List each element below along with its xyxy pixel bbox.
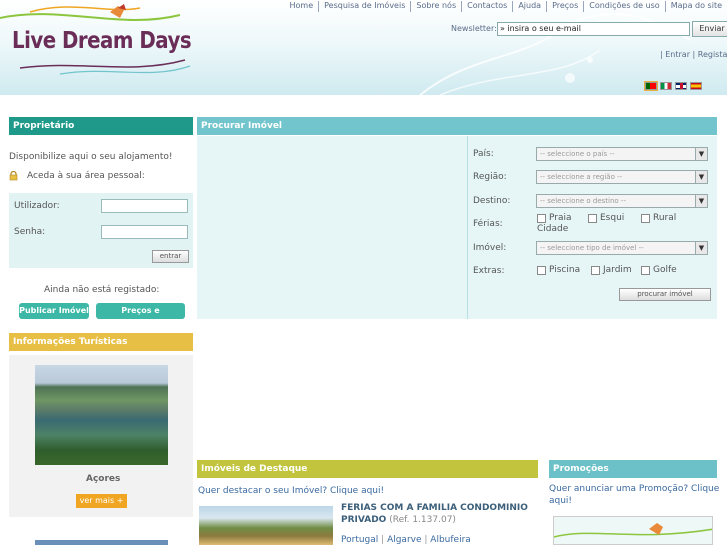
not-registered-text: Ainda não está registado: xyxy=(44,285,160,295)
checkbox-cidade[interactable]: Cidade xyxy=(537,224,568,234)
chevron-down-icon: ▼ xyxy=(695,171,707,183)
featured-listing-photo[interactable] xyxy=(199,506,333,545)
chevron-down-icon: ▼ xyxy=(695,242,707,254)
checkbox-esqui[interactable]: Esqui xyxy=(588,213,624,223)
publish-property-button[interactable]: Publicar Imóvel xyxy=(19,303,89,319)
nav-pesquisa[interactable]: Pesquisa de Imóveis xyxy=(318,1,410,12)
password-input[interactable] xyxy=(101,225,188,239)
search-divider xyxy=(467,136,468,319)
nav-sobre[interactable]: Sobre nós xyxy=(410,1,461,12)
checkbox-box[interactable] xyxy=(641,213,650,223)
location-region-link[interactable]: Algarve xyxy=(387,535,421,545)
featured-listing-title-line2: PRIVADO (Ref. 1.137.07) xyxy=(341,515,456,525)
checkbox-cidade-label: Cidade xyxy=(537,224,569,234)
featured-listing-location: Portugal | Algarve | Albufeira xyxy=(341,535,471,545)
checkbox-piscina-label: Piscina xyxy=(549,265,581,275)
promotions-cta-line1[interactable]: Quer anunciar uma Promoção? Clique xyxy=(549,484,719,494)
flag-it-icon[interactable] xyxy=(660,82,672,90)
lock-icon xyxy=(9,171,18,181)
butterfly-icon xyxy=(554,523,712,538)
proprietario-line2: Aceda à sua área pessoal: xyxy=(27,171,145,181)
checkbox-esqui-label: Esqui xyxy=(600,213,625,223)
site-logo[interactable]: Live Dream Days xyxy=(12,28,192,54)
country-select[interactable]: -- seleccione o país -- ▼ xyxy=(536,147,708,161)
checkbox-jardim[interactable]: Jardim xyxy=(591,265,632,275)
checkbox-praia[interactable]: Praia xyxy=(537,213,572,223)
checkbox-box[interactable] xyxy=(641,265,650,275)
property-type-select[interactable]: -- seleccione tipo de imóvel -- ▼ xyxy=(536,241,708,255)
acores-caption: Açores xyxy=(86,474,121,484)
country-label: País: xyxy=(473,149,494,159)
checkbox-box[interactable] xyxy=(591,265,600,275)
checkbox-rural-label: Rural xyxy=(653,213,677,223)
destination-label: Destino: xyxy=(473,196,511,206)
destination-select[interactable]: -- seleccione o destino -- ▼ xyxy=(536,194,708,208)
nav-condicoes[interactable]: Condições de uso xyxy=(583,1,664,12)
checkbox-box[interactable] xyxy=(537,265,546,275)
checkbox-jardim-label: Jardim xyxy=(603,265,632,275)
nav-ajuda[interactable]: Ajuda xyxy=(512,1,546,12)
featured-listing-title-part2[interactable]: PRIVADO xyxy=(341,515,386,525)
password-label: Senha: xyxy=(14,227,46,237)
region-select-value: -- seleccione a região -- xyxy=(540,173,623,181)
auth-links[interactable]: | Entrar | Registar xyxy=(660,50,727,59)
flag-es-icon[interactable] xyxy=(690,82,702,90)
location-city-link[interactable]: Albufeira xyxy=(430,535,471,545)
promotion-thumbnail[interactable] xyxy=(553,516,713,545)
acores-photo[interactable] xyxy=(35,365,168,465)
chevron-down-icon: ▼ xyxy=(695,195,707,207)
featured-listing-ref: (Ref. 1.137.07) xyxy=(389,515,456,525)
location-country-link[interactable]: Portugal xyxy=(341,535,378,545)
nav-home[interactable]: Home xyxy=(284,1,318,12)
see-more-label: ver mais xyxy=(79,496,115,505)
country-select-value: -- seleccione o país -- xyxy=(540,150,615,158)
proprietario-header: Proprietário xyxy=(9,117,193,135)
nav-precos[interactable]: Preços xyxy=(546,1,583,12)
checkbox-golfe[interactable]: Golfe xyxy=(641,265,677,275)
newsletter-label: Newsletter: xyxy=(451,24,497,33)
flag-en-icon[interactable] xyxy=(675,82,687,90)
region-label: Região: xyxy=(473,172,507,182)
promotions-cta-line2[interactable]: aqui! xyxy=(549,496,572,506)
region-select[interactable]: -- seleccione a região -- ▼ xyxy=(536,170,708,184)
flag-pt-icon[interactable] xyxy=(644,81,658,91)
top-navigation: Home Pesquisa de Imóveis Sobre nós Conta… xyxy=(284,0,727,12)
search-submit-button[interactable]: procurar imóvel xyxy=(619,288,711,301)
nav-contactos[interactable]: Contactos xyxy=(461,1,512,12)
destination-select-value: -- seleccione o destino -- xyxy=(540,197,626,205)
user-label: Utilizador: xyxy=(14,201,60,211)
extras-label: Extras: xyxy=(473,266,505,276)
checkbox-box[interactable] xyxy=(588,213,597,223)
featured-cta[interactable]: Quer destacar o seu Imóvel? Clique aqui! xyxy=(198,486,384,496)
checkbox-praia-label: Praia xyxy=(549,213,572,223)
language-selector xyxy=(644,81,702,91)
checkbox-piscina[interactable]: Piscina xyxy=(537,265,580,275)
featured-listing-title-line1[interactable]: FERIAS COM A FAMILIA CONDOMINIO xyxy=(341,503,528,513)
chevron-down-icon: ▼ xyxy=(695,148,707,160)
plus-icon: + xyxy=(116,496,124,505)
next-info-photo[interactable] xyxy=(35,540,168,545)
holidays-label: Férias: xyxy=(473,219,503,229)
property-type-select-value: -- seleccione tipo de imóvel -- xyxy=(540,244,644,252)
nav-mapa[interactable]: Mapa do site xyxy=(664,1,727,12)
checkbox-box[interactable] xyxy=(537,213,546,223)
prices-promotions-button[interactable]: Preços e Promoções xyxy=(96,303,185,331)
username-input[interactable] xyxy=(101,199,188,213)
checkbox-golfe-label: Golfe xyxy=(653,265,677,275)
featured-header: Imóveis de Destaque xyxy=(197,460,538,478)
tourist-info-header: Informações Turísticas xyxy=(9,333,193,351)
promotions-header: Promoções xyxy=(549,460,717,478)
proprietario-line1: Disponibilize aqui o seu alojamento! xyxy=(9,152,173,162)
newsletter-submit-button[interactable]: Enviar xyxy=(692,21,727,37)
checkbox-rural[interactable]: Rural xyxy=(641,213,676,223)
newsletter-email-input[interactable]: » insira o seu e-mail xyxy=(497,22,690,36)
search-header: Procurar Imóvel xyxy=(197,117,717,135)
see-more-button[interactable]: ver mais + xyxy=(76,494,127,508)
login-button[interactable]: entrar xyxy=(152,250,189,263)
property-type-label: Imóvel: xyxy=(473,243,507,253)
site-header: Live Dream Days Home Pesquisa de Imóveis… xyxy=(0,0,727,95)
